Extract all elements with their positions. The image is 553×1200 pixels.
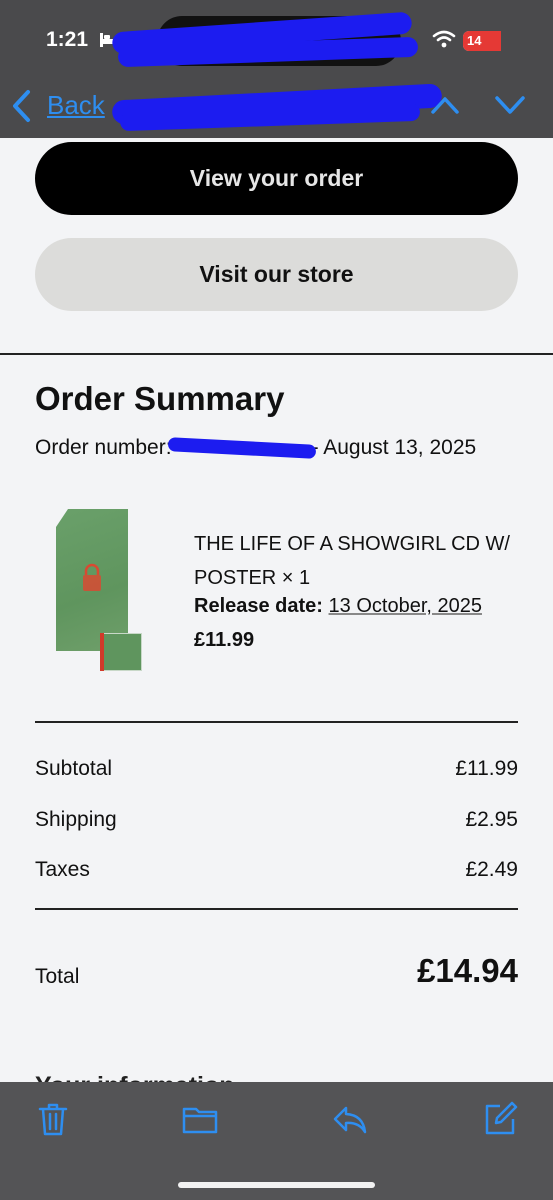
trash-icon[interactable]: [35, 1101, 71, 1137]
visit-store-button[interactable]: Visit our store: [35, 238, 518, 311]
compose-icon[interactable]: [482, 1101, 518, 1137]
battery-icon: 14: [463, 31, 501, 51]
battery-level: 14: [467, 33, 482, 48]
taxes-label: Taxes: [35, 858, 90, 881]
release-date-line: Release date: 13 October, 2025: [194, 595, 482, 618]
chevron-down-icon[interactable]: [494, 94, 526, 116]
items-divider: [35, 721, 518, 723]
release-date-label: Release date:: [194, 595, 323, 617]
chevron-left-icon[interactable]: [10, 89, 32, 123]
product-thumbnail: [100, 633, 142, 671]
back-button[interactable]: Back: [47, 90, 105, 121]
product-price: £11.99: [194, 629, 255, 651]
wifi-icon: [432, 30, 456, 48]
home-indicator[interactable]: [178, 1182, 375, 1188]
subtotal-value: £11.99: [455, 757, 518, 780]
folder-icon[interactable]: [182, 1101, 218, 1137]
order-date: - August 13, 2025: [311, 436, 477, 459]
section-divider: [0, 353, 553, 355]
total-value: £14.94: [417, 952, 518, 989]
totals-divider: [35, 908, 518, 910]
order-number-label: Order number:: [35, 436, 172, 459]
product-name: THE LIFE OF A SHOWGIRL CD W/ POSTER × 1: [194, 533, 510, 589]
thumbnail-spine: [100, 633, 104, 671]
reply-icon[interactable]: [332, 1101, 368, 1137]
release-date-value[interactable]: 13 October, 2025: [329, 595, 482, 617]
shipping-label: Shipping: [35, 808, 117, 831]
shipping-value: £2.95: [465, 808, 518, 831]
view-order-button[interactable]: View your order: [35, 142, 518, 215]
order-summary-title: Order Summary: [35, 380, 285, 417]
padlock-icon: [83, 563, 101, 591]
taxes-value: £2.49: [465, 858, 518, 881]
total-label: Total: [35, 965, 80, 988]
status-time: 1:21: [46, 28, 89, 51]
chevron-up-icon[interactable]: [430, 94, 460, 116]
subtotal-label: Subtotal: [35, 757, 113, 780]
